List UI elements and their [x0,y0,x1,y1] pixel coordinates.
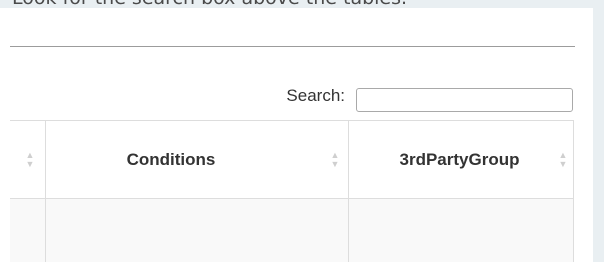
sort-both-icon: ▲ ▼ [558,150,568,169]
column-header-partial[interactable]: ▲ ▼ [10,121,45,199]
data-table: ▲ ▼ Conditions ▲ ▼ 3rdPartyGroup ▲ ▼ [10,120,574,262]
search-input[interactable] [356,88,573,112]
table-header: ▲ ▼ Conditions ▲ ▼ 3rdPartyGroup ▲ ▼ [10,121,574,199]
column-header-label: Conditions [126,149,216,169]
table-cell [45,199,348,262]
table-cell [348,199,574,262]
sort-both-icon: ▲ ▼ [330,150,340,169]
column-header-3rdpartygroup[interactable]: 3rdPartyGroup ▲ ▼ [348,121,574,199]
section-divider [10,46,575,47]
content-panel: Search: ▲ ▼ Conditions ▲ ▼ 3rdPartyGroup ▲… [0,8,593,262]
search-label: Search: [286,86,345,105]
column-header-label: 3rdPartyGroup [399,149,520,169]
sort-both-icon: ▲ ▼ [25,150,35,169]
column-header-conditions[interactable]: Conditions ▲ ▼ [45,121,348,199]
table-row[interactable] [10,199,573,262]
